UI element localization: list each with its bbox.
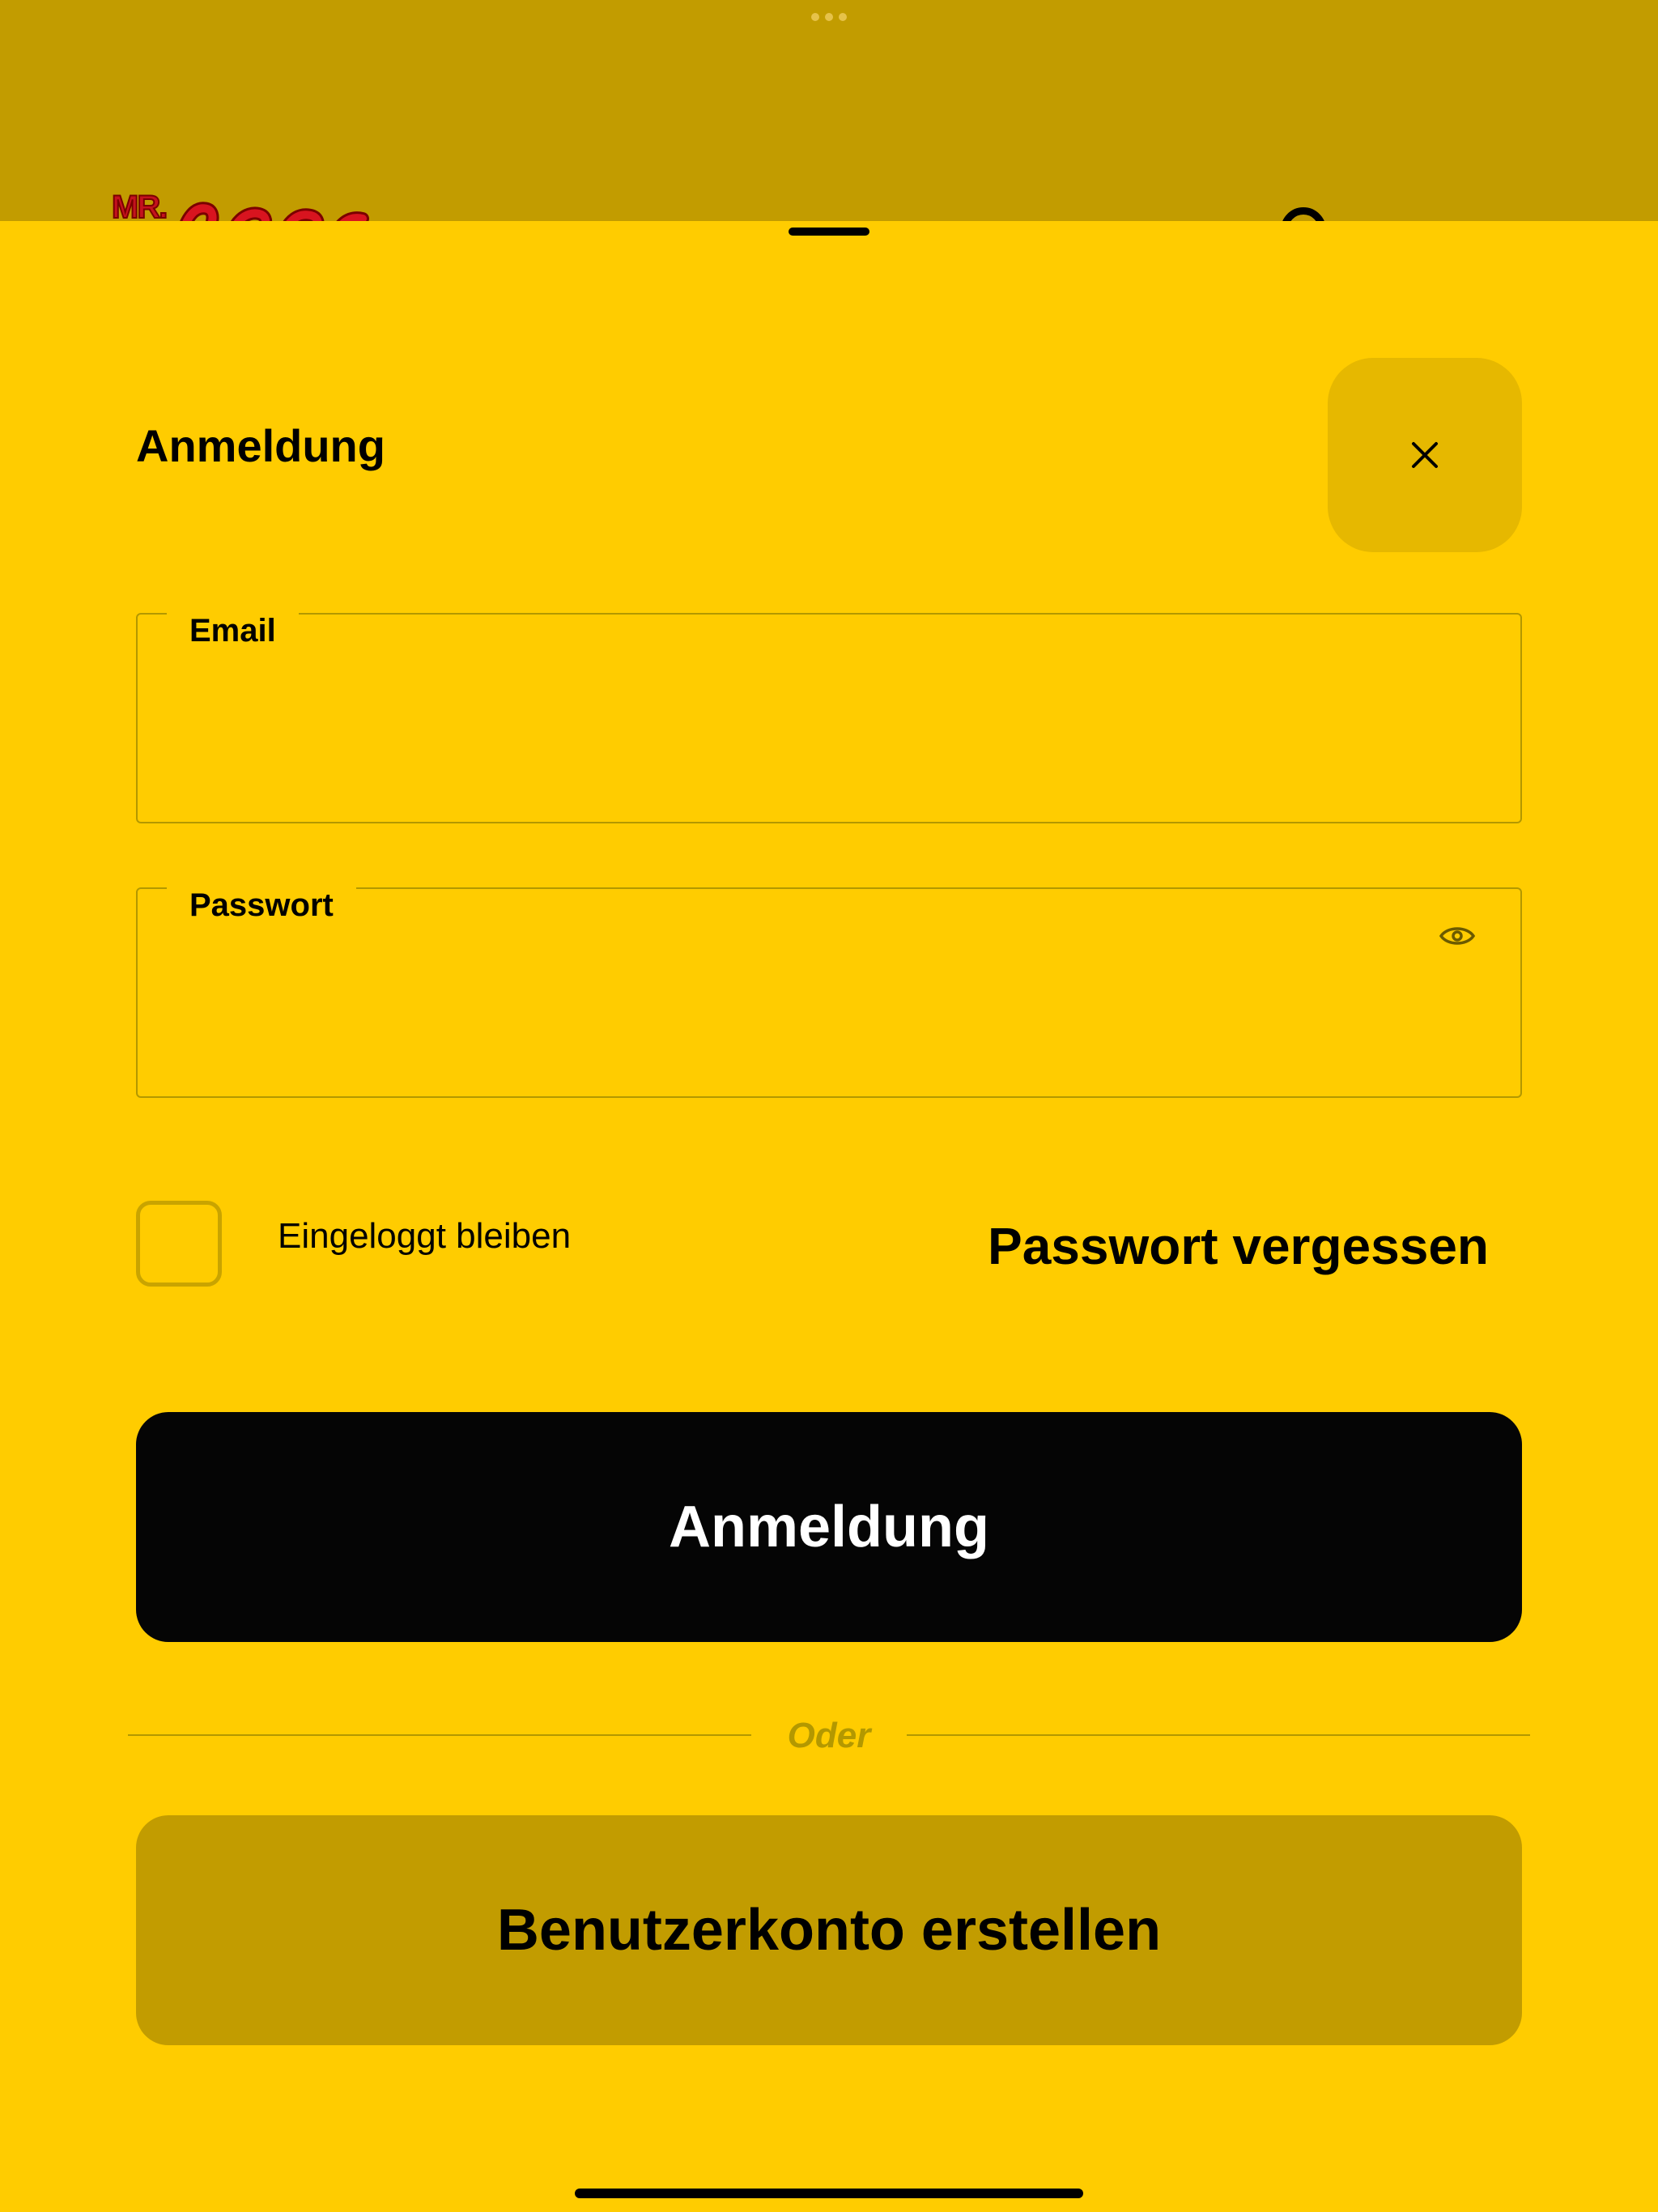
brand-logo: MR. xyxy=(110,185,393,222)
show-password-button[interactable] xyxy=(1436,915,1478,957)
dot xyxy=(839,13,847,21)
dot xyxy=(825,13,833,21)
logo-script-wordmark xyxy=(179,202,369,222)
divider-text: Oder xyxy=(787,1716,871,1755)
remember-me-label[interactable]: Eingeloggt bleiben xyxy=(278,1214,571,1259)
remember-me-checkbox[interactable] xyxy=(136,1201,222,1287)
sheet-title: Anmeldung xyxy=(136,420,385,471)
email-label: Email xyxy=(167,608,299,653)
create-account-button[interactable]: Benutzerkonto erstellen xyxy=(136,1815,1522,2045)
close-button[interactable] xyxy=(1328,358,1522,552)
password-input[interactable] xyxy=(186,970,1404,1053)
divider-line-right xyxy=(907,1734,1530,1736)
multitasking-dots[interactable] xyxy=(811,13,847,21)
close-icon xyxy=(1412,442,1438,468)
email-field[interactable]: Email xyxy=(136,608,1522,823)
login-button[interactable]: Anmeldung xyxy=(136,1412,1522,1642)
logo-prefix: MR. xyxy=(111,189,168,222)
eye-icon xyxy=(1439,927,1475,945)
divider-line-left xyxy=(128,1734,751,1736)
password-field[interactable]: Passwort xyxy=(136,883,1522,1098)
forgot-password-link[interactable]: Passwort vergessen xyxy=(988,1214,1489,1278)
home-indicator xyxy=(575,2189,1083,2198)
dot xyxy=(811,13,819,21)
email-input[interactable] xyxy=(186,696,1404,778)
sheet-grabber[interactable] xyxy=(789,228,869,236)
password-label: Passwort xyxy=(167,883,356,928)
login-sheet: Anmeldung Email Passwort Eingeloggt blei… xyxy=(0,221,1658,2212)
